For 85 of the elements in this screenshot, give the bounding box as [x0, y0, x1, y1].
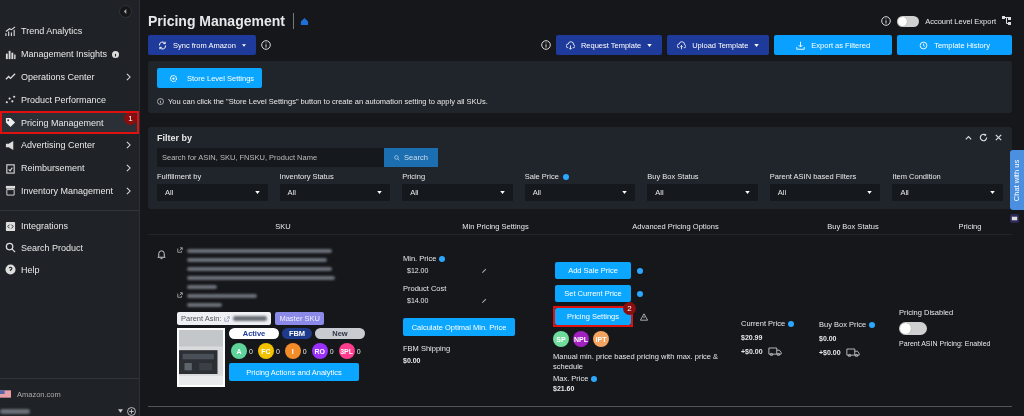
sidebar-item[interactable]: Inventory Management — [0, 179, 139, 203]
blurred-text — [187, 303, 222, 307]
chevron-icon — [126, 73, 131, 81]
sidebar-item[interactable]: Trend Analytics — [0, 20, 139, 43]
info-icon — [881, 16, 892, 26]
close-icon[interactable] — [994, 133, 1003, 142]
code-icon — [5, 220, 16, 232]
sidebar-item[interactable]: Reimbursement — [0, 156, 139, 180]
download-icon — [796, 40, 806, 50]
history-icon — [919, 40, 929, 50]
blurred-text — [0, 408, 30, 414]
pencil-icon[interactable] — [481, 297, 487, 304]
caret-icon — [990, 191, 995, 194]
info-icon — [637, 267, 643, 274]
info-icon — [157, 98, 164, 105]
home-icon[interactable] — [299, 16, 309, 26]
trend-icon — [5, 25, 16, 37]
page-title: Pricing Management — [148, 13, 294, 29]
chevron-icon — [126, 164, 131, 173]
sidebar-item[interactable]: Help — [0, 258, 139, 281]
refresh-icon[interactable] — [979, 133, 988, 142]
pencil-icon[interactable] — [481, 267, 487, 274]
archive-icon — [5, 185, 16, 197]
caret-icon — [118, 409, 123, 413]
caret-icon — [744, 191, 750, 194]
info-icon — [788, 320, 795, 327]
info-icon — [439, 255, 446, 262]
caret-icon — [377, 191, 383, 194]
caret-icon — [499, 191, 505, 194]
blurred-text — [187, 294, 257, 298]
caret-icon — [241, 43, 246, 47]
step-badge: 2 — [623, 302, 636, 315]
pricing-toggle[interactable] — [899, 322, 927, 335]
sidebar-item[interactable]: Operations Center — [0, 65, 139, 89]
info-icon — [540, 40, 551, 50]
collapse-icon[interactable] — [964, 133, 973, 142]
warning-icon — [640, 312, 648, 321]
caret-icon — [754, 43, 760, 47]
sidebar-item[interactable]: Integrations — [0, 215, 139, 238]
chevron-icon — [126, 141, 131, 150]
export-toggle[interactable] — [897, 15, 920, 27]
filter-title: Filter by — [157, 132, 192, 143]
sidebar-item[interactable]: Management Insights — [0, 42, 139, 66]
sidebar-item[interactable]: Product Performance — [0, 88, 139, 112]
caret-icon — [254, 191, 260, 194]
cloud-download-icon — [565, 40, 575, 50]
tag-icon — [5, 117, 16, 129]
info-icon — [261, 40, 271, 50]
info-icon — [869, 321, 876, 328]
add-icon[interactable] — [127, 406, 136, 416]
external-link-icon[interactable] — [177, 292, 183, 298]
chevron-icon — [126, 186, 131, 195]
info-icon — [591, 375, 598, 382]
external-link-icon[interactable] — [177, 247, 183, 253]
megaphone-icon — [5, 139, 16, 151]
scatter-icon — [5, 94, 16, 106]
truck-icon — [767, 347, 782, 356]
info-icon — [112, 50, 120, 58]
flag-icon — [0, 390, 11, 398]
collapse-button[interactable] — [119, 5, 132, 18]
sync-icon — [158, 40, 167, 50]
sidebar-item[interactable]: Pricing Management 1 — [0, 111, 139, 134]
chat-icon[interactable] — [1010, 214, 1019, 223]
search-icon — [394, 154, 401, 161]
clipboard-icon — [5, 162, 16, 174]
truck-icon — [845, 348, 860, 357]
sidebar-item[interactable]: Search Product — [0, 237, 139, 259]
bar-chart-icon — [5, 48, 16, 60]
cloud-upload-icon — [677, 40, 687, 50]
info-icon — [562, 173, 569, 180]
hierarchy-icon[interactable] — [1002, 16, 1012, 26]
blurred-text — [233, 316, 268, 321]
caret-icon — [867, 191, 873, 194]
sidebar-item[interactable]: Advertising Center — [0, 134, 139, 157]
help-icon — [5, 264, 16, 276]
caret-icon — [622, 191, 628, 194]
search-icon — [5, 242, 16, 254]
caret-icon — [647, 43, 653, 47]
info-icon — [637, 290, 643, 297]
gear-icon — [169, 73, 178, 83]
step-badge: 1 — [124, 112, 137, 126]
blurred-text — [187, 285, 217, 289]
bell-icon[interactable] — [156, 249, 167, 260]
caret-icon — [123, 9, 128, 14]
line-chart-icon — [5, 71, 16, 83]
